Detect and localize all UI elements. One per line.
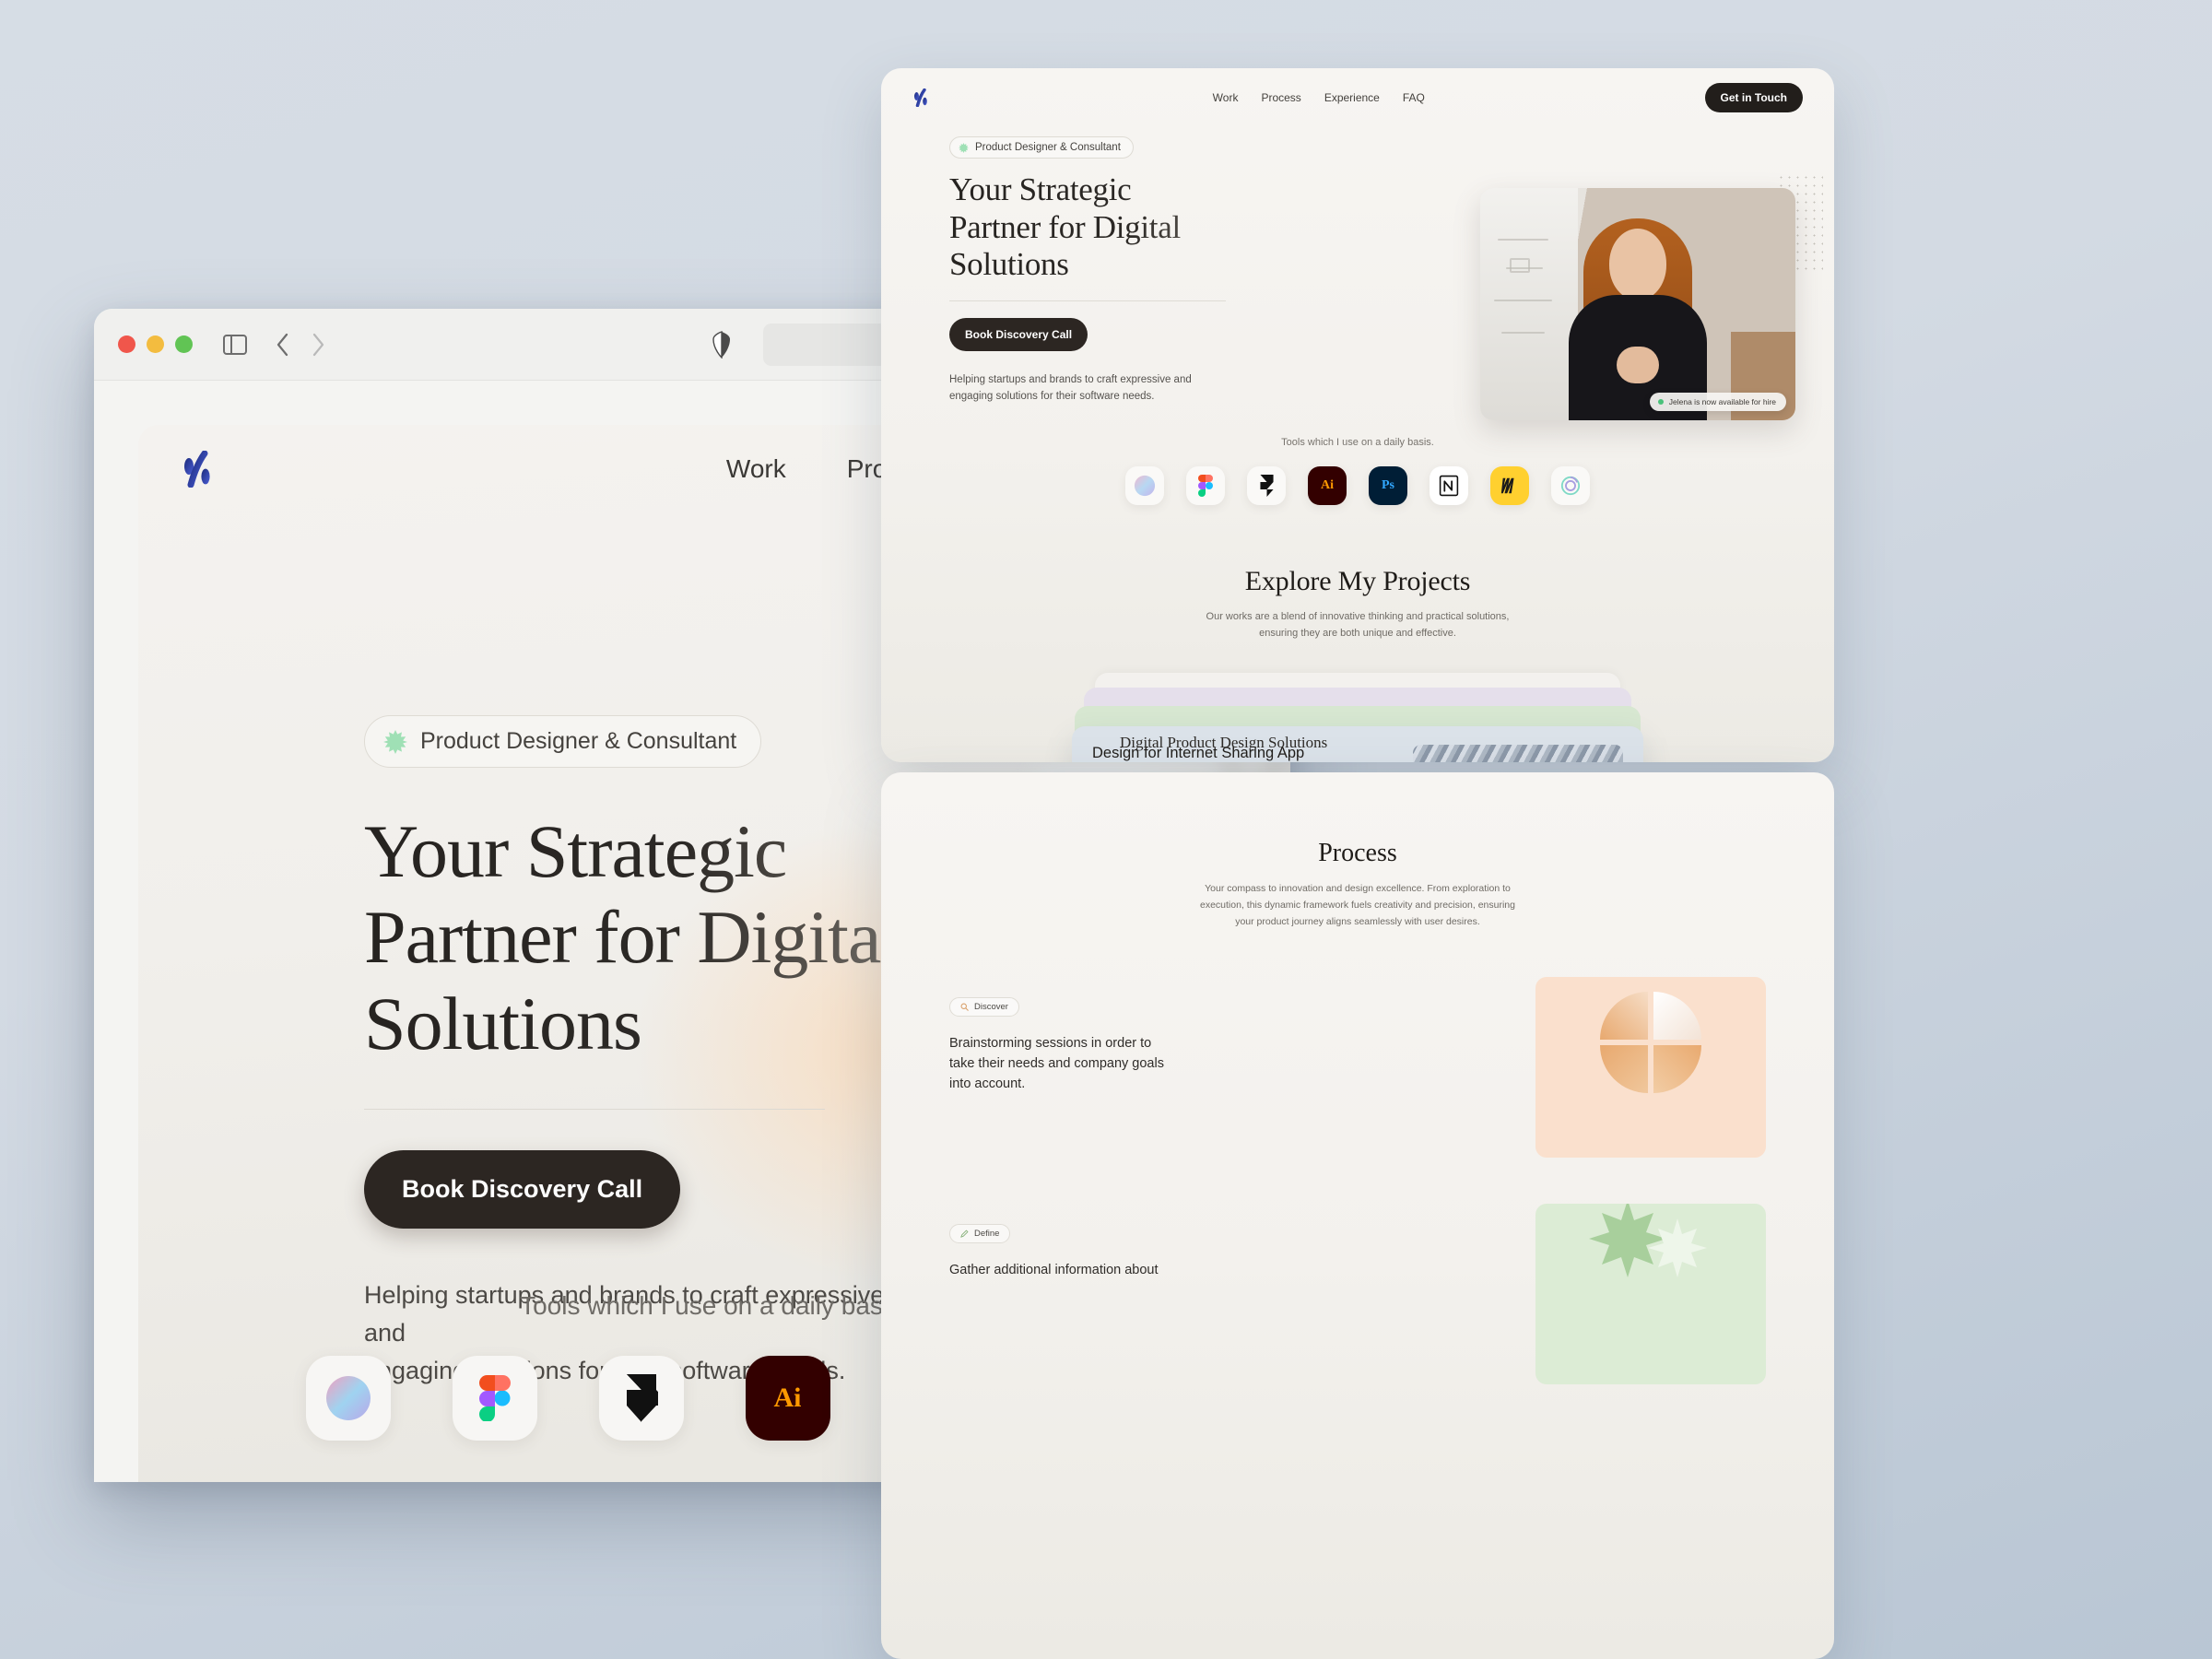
minimize-window-button[interactable]	[147, 335, 164, 353]
nav-item-work[interactable]: Work	[726, 454, 786, 484]
sidebar-toggle-icon[interactable]	[222, 333, 248, 357]
process-title: Process	[1318, 839, 1397, 867]
process-step-define: Define Gather additional information abo…	[881, 1203, 1834, 1384]
tools-row: Ai Ps	[881, 465, 1834, 505]
process-sub-line-1: Your compass to innovation and design ex…	[1205, 883, 1511, 894]
mini-site-navbar: Work Process Experience FAQ Get in Touch	[881, 68, 1834, 127]
illustrator-icon[interactable]: Ai	[1308, 465, 1347, 505]
process-subtitle: Your compass to innovation and design ex…	[881, 881, 1834, 931]
close-window-button[interactable]	[118, 335, 135, 353]
design-mockup-panel: Work Process Experience FAQ Get in Touch…	[870, 68, 2212, 1659]
athos-logo[interactable]	[912, 88, 933, 107]
hero-badge-label: Product Designer & Consultant	[420, 728, 737, 754]
hero-badge-label: Product Designer & Consultant	[975, 142, 1121, 153]
gradient-orb-icon[interactable]	[1125, 465, 1164, 505]
step-desc-line-3: into account.	[949, 1076, 1026, 1091]
hero-divider	[364, 1109, 825, 1111]
process-step-discover: Discover Brainstorming sessions in order…	[881, 976, 1834, 1158]
process-section: Process Your compass to innovation and d…	[881, 772, 1834, 1384]
spline-icon[interactable]	[1551, 465, 1590, 505]
hero-portrait-photo: Jelena is now available for hire	[1480, 188, 1795, 420]
tools-label: Tools which I use on a daily basis.	[1281, 436, 1434, 448]
pen-icon	[960, 1230, 969, 1238]
page-title: Your Strategic Partner for Digital Solut…	[949, 171, 1336, 284]
hero-sub-line-2: engaging solutions for their software ne…	[949, 391, 1155, 403]
hero-subtitle: Helping startups and brands to craft exp…	[949, 371, 1226, 406]
projects-title: Explore My Projects	[1244, 565, 1471, 596]
nav-item-process[interactable]: Process	[1261, 91, 1300, 104]
nav-item-experience[interactable]: Experience	[1324, 91, 1380, 104]
availability-badge: Jelena is now available for hire	[1649, 393, 1786, 411]
availability-label: Jelena is now available for hire	[1668, 397, 1776, 406]
person-hands	[1617, 347, 1659, 383]
hidden-card-title: Digital Product Design Solutions	[1120, 733, 1328, 751]
step-desc-line-1: Gather additional information about	[949, 1262, 1159, 1277]
hero-sub-line-1: Helping startups and brands to craft exp…	[949, 373, 1192, 385]
notion-icon[interactable]	[1430, 465, 1468, 505]
book-discovery-call-button[interactable]: Book Discovery Call	[364, 1150, 681, 1230]
figma-icon[interactable]	[1186, 465, 1225, 505]
step-chip-discover: Discover	[949, 996, 1019, 1017]
project-card-stack[interactable]: Digital Product Design Solutions Design …	[1072, 672, 1643, 762]
projects-section: Explore My Projects Our works are a blen…	[881, 566, 1834, 762]
hero-role-badge: Product Designer & Consultant	[949, 136, 1134, 159]
status-dot-icon	[1657, 399, 1664, 405]
hero-role-badge: Product Designer & Consultant	[364, 715, 762, 768]
projects-sub-line-2: ensuring they are both unique and effect…	[1259, 627, 1456, 639]
design-screen-process: Process Your compass to innovation and d…	[881, 772, 1834, 1659]
back-button[interactable]	[276, 332, 290, 358]
process-sub-line-2: execution, this dynamic framework fuels …	[1200, 899, 1515, 911]
framer-icon[interactable]	[1247, 465, 1286, 505]
nav-item-faq[interactable]: FAQ	[1403, 91, 1425, 104]
hero-title-line-1: Your Strategic	[949, 171, 1132, 207]
get-in-touch-button[interactable]: Get in Touch	[1704, 83, 1803, 112]
person-face	[1609, 229, 1666, 300]
step-chip-label: Discover	[974, 1001, 1008, 1012]
step-description: Gather additional information about	[949, 1260, 1217, 1280]
step-desc-line-1: Brainstorming sessions in order to	[949, 1035, 1152, 1051]
gradient-orb-icon[interactable]	[305, 1356, 391, 1441]
miro-icon[interactable]	[1490, 465, 1529, 505]
mini-nav-links[interactable]: Work Process Experience FAQ	[1213, 91, 1425, 104]
shield-icon[interactable]	[712, 330, 732, 359]
green-starburst-icon	[383, 729, 407, 754]
search-icon	[960, 1003, 969, 1011]
design-screen-hero: Work Process Experience FAQ Get in Touch…	[881, 68, 1834, 762]
window-traffic-lights[interactable]	[118, 335, 193, 353]
hero-title-line-2: Partner for Digital	[949, 208, 1181, 245]
step-chip-label: Define	[974, 1228, 1000, 1239]
book-discovery-call-button[interactable]: Book Discovery Call	[949, 317, 1088, 351]
step-chip-define: Define	[949, 1223, 1011, 1243]
quarter-circles-art	[1535, 976, 1766, 1158]
process-sub-line-3: your product journey aligns seamlessly w…	[1235, 915, 1480, 927]
step-description: Brainstorming sessions in order to take …	[949, 1033, 1217, 1094]
athos-logo[interactable]	[181, 451, 221, 488]
mini-hero: Product Designer & Consultant Your Strat…	[881, 127, 1834, 420]
forward-button[interactable]	[311, 332, 325, 358]
nav-item-work[interactable]: Work	[1213, 91, 1239, 104]
illustrator-icon[interactable]: Ai	[745, 1356, 830, 1441]
projects-subtitle: Our works are a blend of innovative thin…	[881, 608, 1834, 641]
hero-divider	[949, 300, 1226, 301]
green-starburst-icon	[959, 142, 969, 153]
step-desc-line-2: take their needs and company goals	[949, 1055, 1164, 1071]
photoshop-icon[interactable]: Ps	[1369, 465, 1407, 505]
zoom-window-button[interactable]	[175, 335, 193, 353]
hero-title-line-3: Solutions	[949, 246, 1069, 283]
whiteboard	[1480, 188, 1579, 420]
framer-icon[interactable]	[598, 1356, 684, 1441]
starburst-art	[1535, 1203, 1766, 1384]
figma-icon[interactable]	[452, 1356, 537, 1441]
projects-sub-line-1: Our works are a blend of innovative thin…	[1206, 610, 1510, 622]
